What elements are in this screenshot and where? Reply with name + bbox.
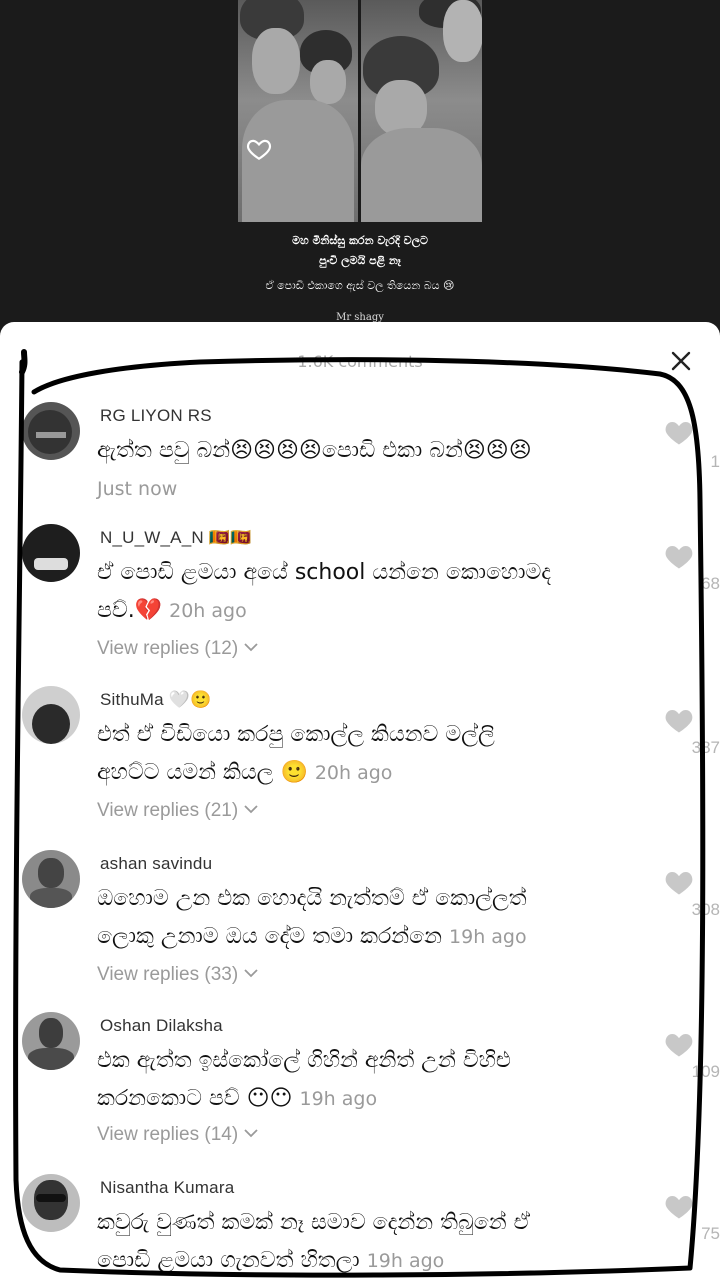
view-replies-label: View replies (14) xyxy=(97,1124,239,1145)
chevron-down-icon xyxy=(244,1129,259,1138)
comment-username[interactable]: ashan savindu xyxy=(100,854,212,874)
comment-time: Just now xyxy=(97,478,178,500)
view-replies-label: View replies (12) xyxy=(97,638,239,659)
like-count: 1 xyxy=(710,452,720,471)
comment-username[interactable]: SithuMa 🤍🙂 xyxy=(100,690,211,710)
view-replies-label: View replies (21) xyxy=(97,800,239,821)
avatar[interactable] xyxy=(22,524,80,582)
comment-text: එක ඇත්ත ඉස්කෝලේ ගිහින් අනිත් උන් විහිළු … xyxy=(97,1042,657,1118)
like-heart-icon[interactable] xyxy=(664,706,694,734)
comments-sheet: 1.6K comments RG LIYON RS ඇත්ත පවු බන්😣😣… xyxy=(0,322,720,1280)
comment-text: එත් ඒ විඩියො කරපු කොල්ල කියනව මල්ලි අහට්… xyxy=(97,716,657,792)
comments-count-header: 1.6K comments xyxy=(297,352,423,371)
comment-username[interactable]: N_U_W_A_N 🇱🇰🇱🇰 xyxy=(100,528,252,548)
comment-item: N_U_W_A_N 🇱🇰🇱🇰 ඒ පොඩි ළමයා අයේ school යන… xyxy=(0,522,720,682)
like-heart-icon[interactable] xyxy=(664,1030,694,1058)
like-heart-icon[interactable] xyxy=(664,418,694,446)
comment-text: ඇත්ත පවු බන්😣😣😣😣පොඩි එකා බන්😣😣😣 Just now xyxy=(97,432,657,508)
comment-time: 19h ago xyxy=(449,926,527,948)
video-player[interactable]: මහ මිනිස්සු කරන වැරදි වලට පුංචි ලමයි පළි… xyxy=(0,0,720,330)
video-caption-line2: පුංචි ලමයි පළි නෑ xyxy=(319,254,401,267)
avatar[interactable] xyxy=(22,850,80,908)
comment-username[interactable]: Oshan Dilaksha xyxy=(100,1016,223,1036)
like-count: 308 xyxy=(691,900,720,919)
comment-text-line: ඇත්ත පවු බන්😣😣😣😣පොඩි එකා බන්😣😣😣 xyxy=(97,438,532,463)
video-frame-right xyxy=(361,0,482,222)
comment-text-line: එක ඇත්ත ඉස්කෝලේ ගිහින් අනිත් උන් විහිළු xyxy=(97,1048,511,1073)
comment-text-line: එත් ඒ විඩියො කරපු කොල්ල කියනව මල්ලි xyxy=(97,722,495,747)
view-replies-button[interactable]: View replies (14) xyxy=(97,1124,259,1146)
like-heart-icon[interactable] xyxy=(664,868,694,896)
comment-time: 19h ago xyxy=(299,1088,378,1110)
avatar[interactable] xyxy=(22,402,80,460)
comment-text-line: පොඩි ළමයා ගැනවත් හිතලා xyxy=(97,1248,360,1273)
like-count: 387 xyxy=(691,738,720,757)
chevron-down-icon xyxy=(244,805,259,814)
comment-text-line: ඔහොම උන එක හොදයි නැත්තම් ඒ කොල්ලත් xyxy=(97,886,527,911)
avatar[interactable] xyxy=(22,1174,80,1232)
comment-text: ඔහොම උන එක හොදයි නැත්තම් ඒ කොල්ලත් ලොකු … xyxy=(97,880,657,956)
comment-time: 19h ago xyxy=(366,1250,445,1272)
video-frame-left xyxy=(238,0,358,222)
comment-item: Oshan Dilaksha එක ඇත්ත ඉස්කෝලේ ගිහින් අන… xyxy=(0,1012,720,1172)
comment-username[interactable]: Nisantha Kumara xyxy=(100,1178,234,1198)
comment-time: 20h ago xyxy=(169,600,247,622)
comment-item: Nisantha Kumara කවුරු වුණත් කමක් නෑ සමාව… xyxy=(0,1174,720,1280)
close-icon[interactable] xyxy=(670,350,692,372)
view-replies-button[interactable]: View replies (33) xyxy=(97,964,259,986)
comment-item: ashan savindu ඔහොම උන එක හොදයි නැත්තම් ඒ… xyxy=(0,850,720,1010)
heart-icon[interactable] xyxy=(246,136,272,162)
chevron-down-icon xyxy=(244,969,259,978)
view-replies-label: View replies (33) xyxy=(97,964,239,985)
comment-item: SithuMa 🤍🙂 එත් ඒ විඩියො කරපු කොල්ල කියනව… xyxy=(0,686,720,846)
comment-text-line: පව්.💔 xyxy=(97,598,163,623)
like-count: 75 xyxy=(701,1224,720,1243)
comment-text-line: කවුරු වුණත් කමක් නෑ සමාව දෙන්න තිබුනේ ඒ xyxy=(97,1210,530,1235)
like-count: 68 xyxy=(701,574,720,593)
comment-text: ඒ පොඩි ළමයා අයේ school යන්නෙ කොහොමද පව්.… xyxy=(97,554,657,630)
comment-time: 20h ago xyxy=(314,762,393,784)
view-replies-button[interactable]: View replies (12) xyxy=(97,638,259,660)
comment-text-line: කරනකොට පව් 😶😶 xyxy=(97,1086,293,1111)
avatar[interactable] xyxy=(22,686,80,744)
view-replies-button[interactable]: View replies (21) xyxy=(97,800,259,822)
like-count: 109 xyxy=(691,1062,720,1081)
chevron-down-icon xyxy=(244,643,259,652)
comment-text: කවුරු වුණත් කමක් නෑ සමාව දෙන්න තිබුනේ ඒ … xyxy=(97,1204,657,1280)
comment-username[interactable]: RG LIYON RS xyxy=(100,406,212,426)
avatar[interactable] xyxy=(22,1012,80,1070)
like-heart-icon[interactable] xyxy=(664,542,694,570)
like-heart-icon[interactable] xyxy=(664,1192,694,1220)
comment-text-line: ලොකු උනාම ඔය දේම තමා කරන්නෙ xyxy=(97,924,443,949)
video-caption-line3: ඒ පොඩි එකාගෙ ඇස් වල තියෙන බය 😢 xyxy=(265,279,455,292)
comment-text-line: අහට්ට යමන් කියල 🙂 xyxy=(97,760,308,785)
video-caption-line1: මහ මිනිස්සු කරන වැරදි වලට xyxy=(292,234,428,247)
comment-text-line: ඒ පොඩි ළමයා අයේ school යන්නෙ කොහොමද xyxy=(97,560,552,585)
